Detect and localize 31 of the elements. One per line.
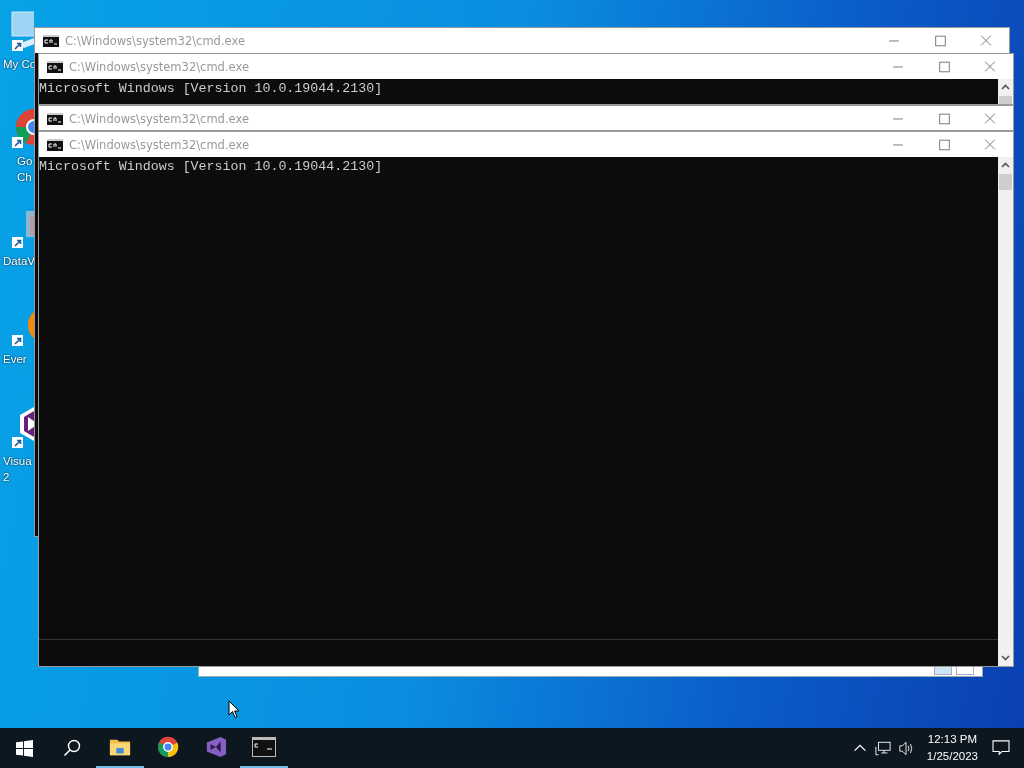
scrollbar[interactable] xyxy=(998,79,1013,104)
windows-start-icon[interactable] xyxy=(16,739,33,757)
clock-time[interactable]: 12:13 PM xyxy=(927,731,978,748)
search-icon[interactable] xyxy=(63,739,81,757)
details-view-icon[interactable] xyxy=(934,667,952,675)
studio-icon xyxy=(204,736,228,758)
icon-label: Ever xyxy=(2,352,27,367)
scrollbar[interactable] xyxy=(998,157,1013,666)
window-title: C:\Windows\system32\cmd.exe xyxy=(69,59,249,74)
window-title: C:\Windows\system32\cmd.exe xyxy=(65,33,245,48)
notification-icon[interactable] xyxy=(992,740,1010,756)
icon-label: DataV xyxy=(2,254,35,269)
console-icon xyxy=(252,736,276,758)
console-text: Microsoft Windows [Version 10.0.19044.2130] xyxy=(39,81,384,97)
mouse-cursor-icon xyxy=(228,700,240,719)
scroll-thumb[interactable] xyxy=(999,174,1012,190)
icon-label: Go xyxy=(16,154,33,169)
console-icon xyxy=(47,112,63,125)
clock-date[interactable]: 1/25/2023 xyxy=(926,748,978,765)
console-icon xyxy=(47,138,63,151)
console-icon xyxy=(47,60,63,73)
window-title: C:\Windows\system32\cmd.exe xyxy=(69,111,249,126)
speaker-icon[interactable] xyxy=(897,740,914,756)
icon-label: 2 xyxy=(2,470,10,485)
icon-label: Visua xyxy=(2,454,32,469)
network-icon[interactable] xyxy=(874,740,891,756)
console-text: Microsoft Windows [Version 10.0.19044.2130] xyxy=(39,159,384,175)
console-icon xyxy=(43,34,59,47)
icon-label: Ch xyxy=(16,170,32,185)
chrome-icon xyxy=(156,736,180,758)
window-title: C:\Windows\system32\cmd.exe xyxy=(69,137,249,152)
